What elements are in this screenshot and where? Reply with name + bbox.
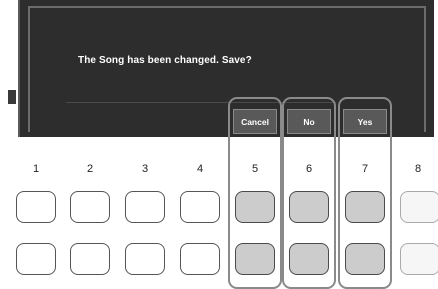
panel-button-3-lower[interactable] [125,243,165,275]
button-number-7: 7 [361,163,369,175]
panel-button-6-upper[interactable] [289,191,329,223]
button-number-5: 5 [251,163,259,175]
panel-button-2-upper[interactable] [70,191,110,223]
no-button[interactable]: No [287,109,331,134]
panel-button-7-lower[interactable] [345,243,385,275]
panel-button-3-upper[interactable] [125,191,165,223]
panel-button-6-lower[interactable] [289,243,329,275]
button-number-3: 3 [141,163,149,175]
button-number-4: 4 [196,163,204,175]
screen-edge [0,0,18,137]
cancel-button[interactable]: Cancel [233,109,277,134]
panel-button-8-upper[interactable] [400,191,438,223]
button-number-2: 2 [86,163,94,175]
panel-button-8-lower[interactable] [400,243,438,275]
panel-button-5-upper[interactable] [235,191,275,223]
panel-button-5-lower[interactable] [235,243,275,275]
dialog-message: The Song has been changed. Save? [78,55,252,66]
yes-button[interactable]: Yes [343,109,387,134]
button-number-1: 1 [32,163,40,175]
panel-button-2-lower[interactable] [70,243,110,275]
panel-button-1-lower[interactable] [16,243,56,275]
button-number-6: 6 [305,163,313,175]
screen-bezel-mark [8,90,16,104]
panel-button-7-upper[interactable] [345,191,385,223]
button-number-8: 8 [414,163,422,175]
panel-button-4-upper[interactable] [180,191,220,223]
panel-button-4-lower[interactable] [180,243,220,275]
panel-button-1-upper[interactable] [16,191,56,223]
